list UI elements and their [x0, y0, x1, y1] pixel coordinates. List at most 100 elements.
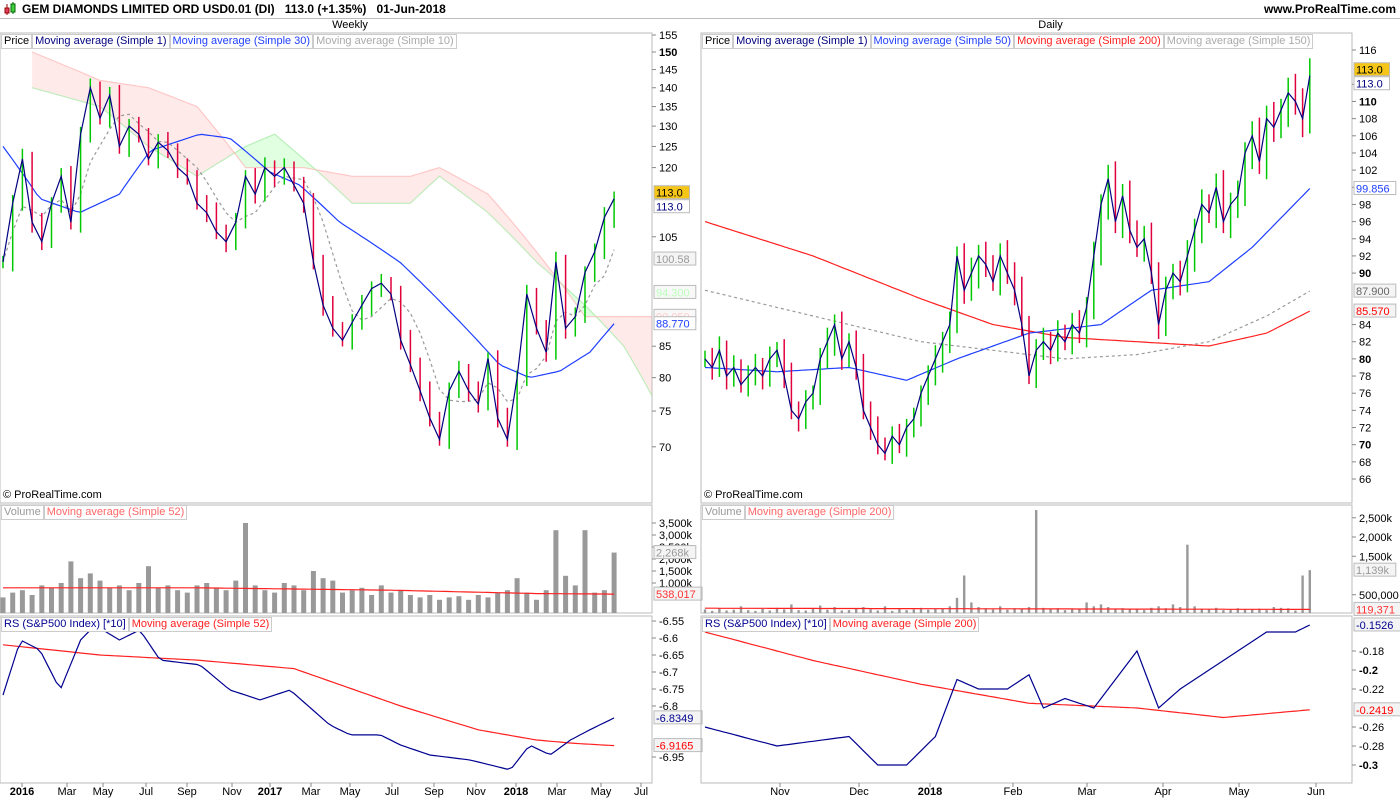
- legend-price[interactable]: Price: [1, 34, 33, 49]
- daily-rs-plot: [704, 624, 1311, 766]
- volume-bar: [213, 587, 219, 613]
- daily-price-plot: [704, 58, 1311, 464]
- ma50-line: [704, 188, 1311, 381]
- x-axis-label: Nov: [466, 786, 486, 798]
- copyright: © ProRealTime.com: [704, 489, 803, 501]
- legend-ma10[interactable]: Moving average (Simple 10): [313, 34, 457, 49]
- volume-bar: [1308, 570, 1311, 613]
- rs-axis-label: -0.18: [1359, 646, 1384, 658]
- legend-rs[interactable]: RS (S&P500 Index) [*10]: [1, 617, 129, 632]
- ma10-line: [2, 113, 615, 403]
- volume-bar: [116, 585, 122, 613]
- volume-bar: [10, 592, 16, 613]
- ichimoku-cloud: [41, 55, 47, 92]
- price-axis-label: 68: [1359, 457, 1371, 469]
- ma1-tag: 113.0: [1356, 79, 1383, 91]
- volume-bar: [790, 604, 793, 613]
- ichimoku-cloud: [197, 106, 202, 177]
- rs-axis-label: -6.75: [659, 684, 684, 696]
- volume-bar: [592, 592, 598, 613]
- price-axis-label: 150: [659, 47, 677, 59]
- volume-bar: [349, 590, 355, 613]
- volume-bar: [359, 587, 365, 613]
- legend-ma50[interactable]: Moving average (Simple 50): [870, 34, 1015, 49]
- ichimoku-cloud: [75, 70, 81, 102]
- price-axis-label: 155: [659, 30, 677, 42]
- legend-volume[interactable]: Volume: [1, 505, 44, 520]
- legend-ma150[interactable]: Moving average (Simple 150): [1163, 34, 1314, 49]
- legend-ma200[interactable]: Moving average (Simple 200): [1014, 34, 1164, 49]
- daily-price-legend: Price Moving average (Simple 1) Moving a…: [702, 34, 1314, 49]
- ichimoku-cloud: [80, 72, 86, 103]
- x-axis-label: Sep: [177, 786, 197, 798]
- legend-rs[interactable]: RS (S&P500 Index) [*10]: [702, 617, 830, 632]
- volume-ma-tag: 538,017: [656, 589, 696, 601]
- volume-bar: [819, 605, 822, 613]
- volume-tag: 1,139k: [1356, 565, 1390, 577]
- weekly-rs-panel: [0, 615, 653, 784]
- volume-bar: [369, 595, 375, 613]
- volume-bar: [1193, 606, 1196, 613]
- ichimoku-cloud: [70, 68, 76, 100]
- volume-axis-label: 2,500k: [1359, 513, 1393, 525]
- weekly-rs-plot: [2, 624, 615, 770]
- last-price: 113.0 (+1.35%): [284, 2, 367, 16]
- price-axis-label: 145: [659, 65, 677, 77]
- x-axis-label: May: [93, 786, 114, 798]
- volume-bar: [330, 580, 336, 613]
- site-link[interactable]: www.ProRealTime.com: [1264, 0, 1396, 18]
- volume-bar: [955, 597, 959, 613]
- price-axis-label: 116: [1359, 45, 1377, 57]
- daily-rs-legend: RS (S&P500 Index) [*10] Moving average (…: [702, 617, 980, 632]
- volume-bar: [272, 592, 278, 613]
- volume-bar: [340, 592, 345, 613]
- ichimoku-cloud: [386, 176, 391, 204]
- volume-bar: [553, 530, 559, 613]
- volume-bar: [1157, 606, 1160, 613]
- ma1-tag: 113.0: [656, 202, 683, 214]
- x-axis-label: Mar: [58, 786, 77, 798]
- price-axis-label: 106: [1359, 131, 1377, 143]
- rs-line: [2, 624, 615, 770]
- volume-bar: [1027, 607, 1031, 613]
- price-axis-label: 105: [659, 232, 677, 244]
- ichimoku-cloud: [36, 53, 42, 91]
- daily-price-panel: [700, 32, 1353, 504]
- volume-bar: [475, 595, 481, 613]
- legend-ma30[interactable]: Moving average (Simple 30): [169, 34, 314, 49]
- volume-bar: [1107, 607, 1110, 613]
- x-axis-label: Mar: [548, 786, 567, 798]
- price-axis-label: 104: [1359, 148, 1377, 160]
- price-axis-label: 84: [1359, 320, 1371, 332]
- rs-axis-label: -6.65: [659, 650, 684, 662]
- volume-bar: [39, 585, 45, 613]
- volume-bar: [233, 580, 239, 613]
- volume-bar: [281, 583, 287, 613]
- legend-ma1[interactable]: Moving average (Simple 1): [733, 34, 871, 49]
- candlestick-logo-icon: [4, 2, 16, 15]
- volume-bar: [126, 590, 132, 613]
- price-axis-label: 70: [1359, 440, 1371, 452]
- daily-volume-panel: [700, 504, 1353, 614]
- x-axis-label: Jul: [385, 786, 399, 798]
- volume-axis-label: 3,000k: [659, 530, 693, 542]
- legend-volume[interactable]: Volume: [702, 505, 745, 520]
- rs-axis-label: -0.2: [1359, 665, 1378, 677]
- volume-bar: [977, 607, 980, 613]
- ichimoku-cloud: [638, 316, 644, 380]
- legend-ma1[interactable]: Moving average (Simple 1): [32, 34, 170, 49]
- rs-axis-label: -0.22: [1359, 684, 1384, 696]
- ichimoku-cloud: [245, 144, 251, 168]
- legend-rs-ma[interactable]: Moving average (Simple 52): [128, 617, 273, 632]
- ma30-tag: 88.770: [656, 319, 690, 331]
- volume-ma-line: [3, 587, 615, 595]
- legend-price[interactable]: Price: [702, 34, 734, 49]
- legend-rs-ma[interactable]: Moving average (Simple 200): [829, 617, 980, 632]
- volume-bar: [78, 578, 84, 613]
- price-axis-label: 82: [1359, 337, 1371, 349]
- ichimoku-cloud: [211, 124, 217, 168]
- volume-bar: [1092, 606, 1095, 613]
- legend-volume-ma[interactable]: Moving average (Simple 200): [744, 505, 895, 520]
- legend-volume-ma[interactable]: Moving average (Simple 52): [43, 505, 188, 520]
- chart-canvas[interactable]: 155 150 145 140 135 130 125 120 105 85 80 75 70 113.0…: [0, 0, 1400, 800]
